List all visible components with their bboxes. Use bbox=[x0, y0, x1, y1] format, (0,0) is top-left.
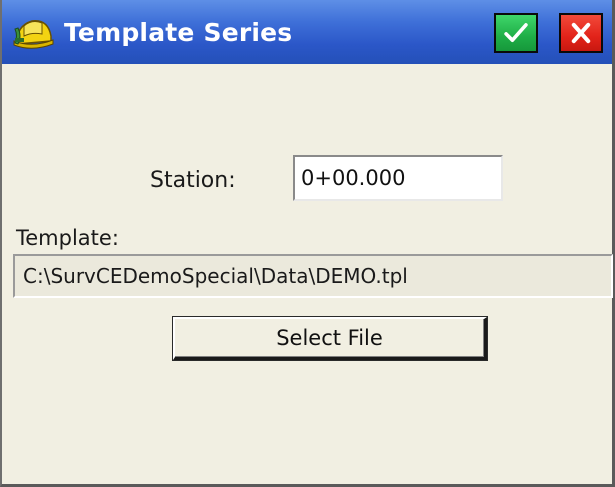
close-button[interactable] bbox=[559, 13, 603, 53]
station-label: Station: bbox=[150, 168, 236, 193]
hardhat-app-icon bbox=[12, 14, 54, 52]
close-icon bbox=[571, 22, 591, 44]
select-file-button[interactable]: Select File bbox=[173, 317, 487, 360]
template-path-field: C:\SurvCEDemoSpecial\Data\DEMO.tpl bbox=[13, 254, 613, 298]
check-icon bbox=[504, 23, 528, 42]
window-title: Template Series bbox=[64, 18, 293, 47]
template-series-window: Template Series Station: Template: C:\Su… bbox=[0, 0, 615, 487]
title-bar: Template Series bbox=[2, 0, 612, 64]
ok-button[interactable] bbox=[494, 13, 538, 53]
template-label: Template: bbox=[16, 226, 119, 250]
station-input[interactable] bbox=[293, 155, 503, 201]
